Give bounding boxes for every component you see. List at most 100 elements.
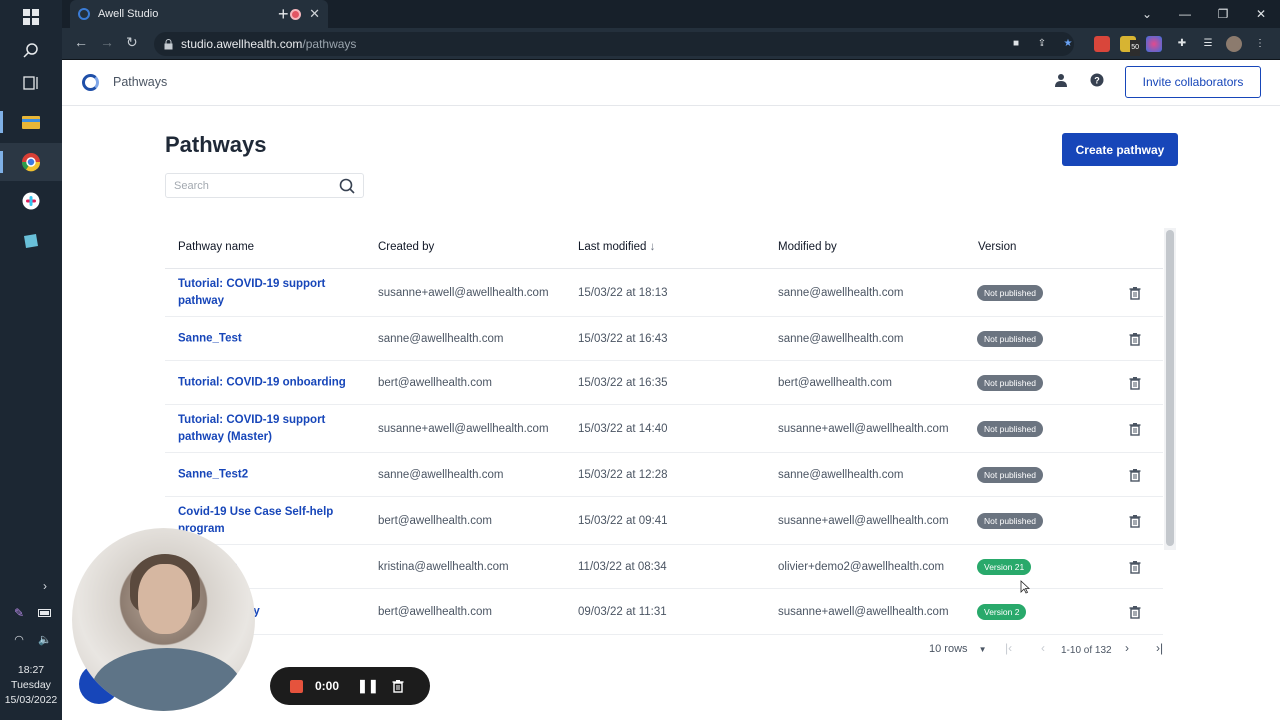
profile-avatar-icon[interactable]: [1226, 36, 1242, 52]
reading-list-icon[interactable]: ☰: [1200, 36, 1216, 52]
browser-menu-icon[interactable]: ⋮: [1252, 36, 1268, 52]
table-row[interactable]: Case Eligibilitybert@awellhealth.com09/0…: [165, 589, 1163, 635]
browser-toolbar: ← → ↻ studio.awellhealth.com /pathways ■…: [62, 28, 1280, 60]
created-by-cell: bert@awellhealth.com: [378, 605, 492, 618]
pathway-name-link[interactable]: Sanne_Test: [178, 330, 348, 347]
camera-icon[interactable]: ■: [1008, 36, 1024, 52]
url-path: /pathways: [302, 37, 357, 51]
last-modified-cell: 15/03/22 at 18:13: [578, 286, 668, 299]
back-button[interactable]: ←: [74, 34, 88, 50]
table-row[interactable]: Pain Demokristina@awellhealth.com11/03/2…: [165, 545, 1163, 589]
invite-collaborators-button[interactable]: Invite collaborators: [1125, 66, 1261, 98]
search-box: [165, 173, 364, 198]
system-clock[interactable]: 18:27 Tuesday 15/03/2022: [0, 663, 62, 708]
delete-pathway-icon[interactable]: [1128, 286, 1142, 300]
previous-page-icon[interactable]: ‹: [1041, 641, 1045, 655]
task-view-icon[interactable]: [18, 70, 44, 96]
extension-yellow-icon[interactable]: 50: [1120, 36, 1140, 56]
scrollbar-thumb[interactable]: [1166, 230, 1174, 546]
extension-badge: 50: [1130, 40, 1140, 56]
volume-icon[interactable]: 🔈: [32, 626, 58, 652]
close-window-button[interactable]: ✕: [1242, 0, 1280, 28]
last-modified-cell: 11/03/22 at 08:34: [578, 560, 667, 573]
pathway-name-link[interactable]: Tutorial: COVID-19 support pathway (Mast…: [178, 412, 348, 446]
created-by-cell: sanne@awellhealth.com: [378, 468, 504, 481]
tab-search-chevron-icon[interactable]: ⌄: [1128, 0, 1166, 28]
wifi-icon[interactable]: ◠: [6, 626, 32, 652]
last-modified-cell: 15/03/22 at 14:40: [578, 422, 668, 435]
delete-pathway-icon[interactable]: [1128, 468, 1142, 482]
table-scrollbar[interactable]: [1164, 228, 1176, 550]
modified-by-cell: susanne+awell@awellhealth.com: [778, 514, 949, 527]
notebook-icon[interactable]: [18, 228, 44, 254]
reload-button[interactable]: ↻: [126, 34, 138, 51]
table-header: Pathway name Created by Last modified ↓ …: [165, 228, 1163, 269]
table-row[interactable]: Tutorial: COVID-19 support pathway (Mast…: [165, 405, 1163, 453]
awell-favicon-icon: [78, 8, 90, 20]
pathway-name-link[interactable]: Tutorial: COVID-19 support pathway: [178, 276, 348, 310]
delete-pathway-icon[interactable]: [1128, 422, 1142, 436]
extension-colorful-icon[interactable]: [1146, 36, 1162, 52]
first-page-icon[interactable]: |‹: [1005, 641, 1012, 655]
delete-pathway-icon[interactable]: [1128, 514, 1142, 528]
delete-pathway-icon[interactable]: [1128, 376, 1142, 390]
clock-date: 15/03/2022: [4, 694, 58, 706]
pen-icon[interactable]: ✎: [6, 600, 32, 626]
modified-by-cell: sanne@awellhealth.com: [778, 468, 904, 481]
share-icon[interactable]: ⇪: [1034, 36, 1050, 52]
rows-per-page-select[interactable]: 10 rows ▼: [929, 643, 987, 655]
column-header-modified-by[interactable]: Modified by: [778, 241, 837, 253]
taskbar-indicator: [0, 151, 3, 173]
search-input[interactable]: [166, 174, 331, 197]
column-header-version[interactable]: Version: [978, 241, 1016, 253]
column-header-name[interactable]: Pathway name: [178, 241, 254, 253]
delete-pathway-icon[interactable]: [1128, 560, 1142, 574]
address-bar[interactable]: studio.awellhealth.com /pathways: [154, 32, 1074, 56]
browser-tab[interactable]: Awell Studio ✕: [70, 0, 328, 28]
table-row[interactable]: Sanne_Test sanne@awellhealth.com 15/03/22 …: [165, 317, 1163, 361]
browser-tabstrip: Awell Studio ✕ + ⌄ — ❐ ✕: [62, 0, 1280, 28]
chevron-right-icon[interactable]: ›: [32, 573, 58, 599]
delete-pathway-icon[interactable]: [1128, 605, 1142, 619]
column-header-created-by[interactable]: Created by: [378, 241, 434, 253]
create-pathway-button[interactable]: Create pathway: [1062, 133, 1178, 166]
extension-red-icon[interactable]: [1094, 36, 1110, 52]
minimize-button[interactable]: —: [1166, 0, 1204, 28]
new-tab-button[interactable]: +: [278, 4, 289, 25]
slack-icon[interactable]: [18, 188, 44, 214]
modified-by-cell: bert@awellhealth.com: [778, 376, 892, 389]
rows-per-page-label: 10 rows: [929, 643, 968, 655]
pagination-range: 1-10 of 132: [1061, 645, 1112, 656]
created-by-cell: bert@awellhealth.com: [378, 376, 492, 389]
pathway-name-link[interactable]: Sanne_Test2: [178, 466, 348, 483]
search-icon[interactable]: [18, 37, 44, 63]
restore-button[interactable]: ❐: [1204, 0, 1242, 28]
delete-pathway-icon[interactable]: [1128, 332, 1142, 346]
column-header-label: Last modified: [578, 241, 647, 253]
table-row[interactable]: Sanne_Test2 sanne@awellhealth.com 15/03/22…: [165, 453, 1163, 497]
pathway-name-link[interactable]: Tutorial: COVID-19 onboarding: [178, 374, 348, 391]
user-icon[interactable]: [1052, 73, 1070, 91]
help-icon[interactable]: ?: [1088, 73, 1106, 91]
chrome-icon[interactable]: [18, 149, 44, 175]
pathway-name-link[interactable]: Covid-19 Use Case Self-help program: [178, 504, 348, 538]
windows-start-icon[interactable]: [18, 4, 44, 30]
table-row[interactable]: Tutorial: COVID-19 onboarding bert@awellh…: [165, 361, 1163, 405]
webcam-overlay[interactable]: [72, 528, 255, 711]
tab-close-icon[interactable]: ✕: [309, 6, 320, 22]
stop-recording-button[interactable]: [290, 679, 303, 693]
breadcrumb[interactable]: Pathways: [113, 75, 167, 89]
extensions-puzzle-icon[interactable]: ✚: [1174, 36, 1190, 52]
file-explorer-icon[interactable]: [18, 109, 44, 135]
bookmark-star-icon[interactable]: ★: [1060, 36, 1076, 52]
forward-button[interactable]: →: [100, 34, 114, 50]
awell-logo-icon[interactable]: [82, 74, 99, 91]
pause-recording-button[interactable]: ❚❚: [357, 678, 379, 694]
column-header-last-modified[interactable]: Last modified ↓: [578, 241, 655, 253]
table-row[interactable]: Tutorial: COVID-19 support pathway susann…: [165, 269, 1163, 317]
next-page-icon[interactable]: ›: [1125, 641, 1129, 655]
last-page-icon[interactable]: ›|: [1156, 641, 1163, 655]
delete-recording-icon[interactable]: [391, 679, 405, 693]
table-row[interactable]: Covid-19 Use Case Self-help program bert@…: [165, 497, 1163, 545]
search-icon[interactable]: [339, 178, 355, 194]
